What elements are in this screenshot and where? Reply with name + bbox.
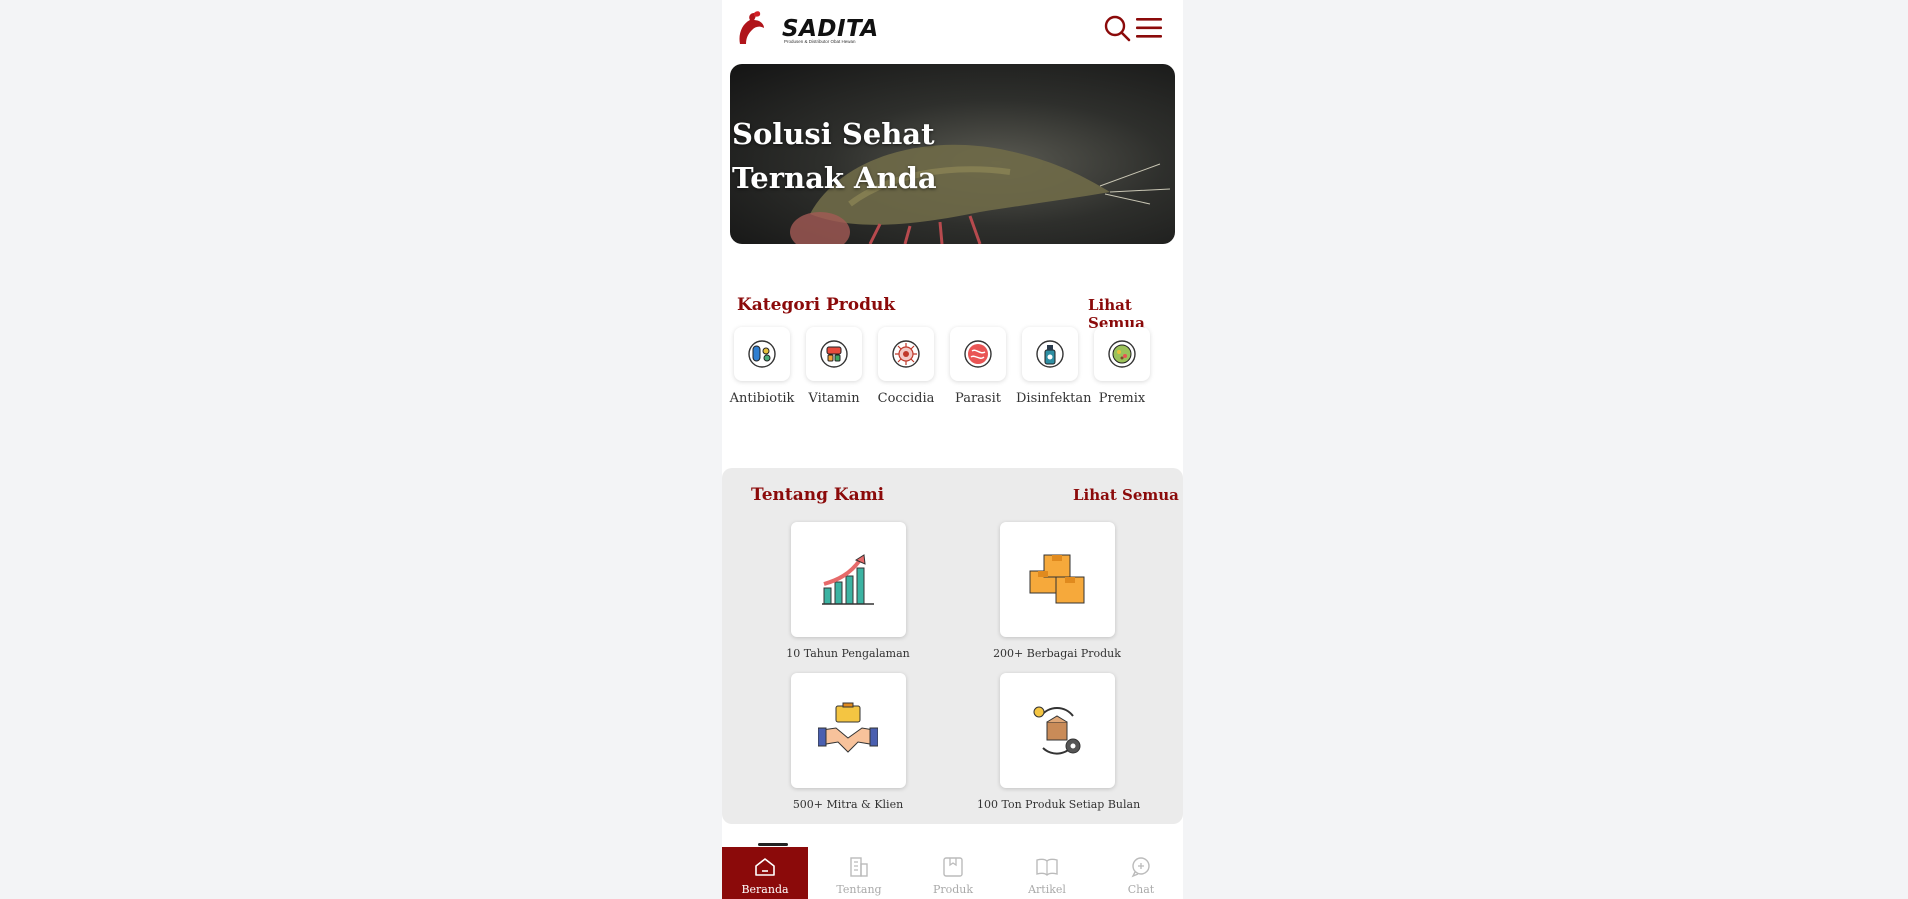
menu-button[interactable]: [1134, 13, 1164, 43]
stat-card-products[interactable]: 200+ Berbagai Produk: [977, 522, 1137, 660]
nav-label: Tentang: [836, 883, 882, 896]
search-button[interactable]: [1102, 13, 1132, 43]
category-label: Premix: [1098, 391, 1146, 406]
category-item-disinfektan[interactable]: Disinfektan: [1016, 327, 1092, 406]
brand-tagline: Produsen & Distributor Obat Hewan: [784, 39, 856, 44]
category-label: Coccidia: [877, 391, 935, 406]
category-list: Antibiotik Vitamin Coccidia Parasit Disi…: [730, 327, 1174, 407]
categories-title: Kategori Produk: [737, 295, 896, 315]
chat-icon: [1131, 857, 1150, 878]
nav-item-beranda[interactable]: Beranda: [722, 847, 808, 899]
nav-label: Beranda: [741, 883, 789, 896]
search-icon: [1104, 15, 1131, 42]
category-label: Disinfektan: [1016, 391, 1092, 406]
about-see-all-link[interactable]: Lihat Semua: [1073, 486, 1179, 504]
coccidia-icon: [892, 340, 920, 368]
stat-label: 200+ Berbagai Produk: [993, 647, 1121, 660]
app-header: SADITA Produsen & Distributor Obat Hewan: [722, 0, 1183, 58]
about-title: Tentang Kami: [751, 485, 885, 505]
category-item-antibiotik[interactable]: Antibiotik: [728, 327, 796, 406]
antibiotic-icon: [748, 340, 776, 368]
hero-banner[interactable]: Solusi Sehat Ternak Anda: [730, 64, 1175, 244]
product-icon: [943, 857, 963, 877]
nav-item-artikel[interactable]: Artikel: [1004, 847, 1090, 899]
premix-icon: [1108, 340, 1136, 368]
stat-card-production[interactable]: 100 Ton Produk Setiap Bulan: [977, 673, 1141, 811]
vitamin-icon: [820, 340, 848, 368]
category-label: Parasit: [955, 391, 1001, 406]
next-section-peek: [758, 843, 788, 846]
book-icon: [1036, 858, 1058, 876]
disinfectant-icon: [1036, 340, 1064, 368]
category-label: Antibiotik: [729, 391, 795, 406]
parasite-icon: [964, 340, 992, 368]
stat-card-partners[interactable]: 500+ Mitra & Klien: [768, 673, 928, 811]
nav-label: Chat: [1127, 883, 1155, 896]
stat-label: 500+ Mitra & Klien: [792, 798, 904, 811]
rooster-logo-icon: [739, 11, 764, 44]
category-item-coccidia[interactable]: Coccidia: [872, 327, 940, 406]
nav-item-chat[interactable]: Chat: [1098, 847, 1183, 899]
category-item-vitamin[interactable]: Vitamin: [800, 327, 868, 406]
nav-label: Produk: [932, 883, 974, 896]
building-icon: [850, 857, 868, 877]
category-item-premix[interactable]: Premix: [1088, 327, 1156, 406]
hamburger-menu-icon: [1136, 18, 1162, 38]
growth-chart-icon: [822, 553, 874, 605]
handshake-icon: [818, 702, 878, 753]
category-item-parasit[interactable]: Parasit: [944, 327, 1012, 406]
brand-logo[interactable]: SADITA Produsen & Distributor Obat Hewan: [734, 8, 878, 48]
nav-item-produk[interactable]: Produk: [910, 847, 996, 899]
stat-label: 100 Ton Produk Setiap Bulan: [977, 798, 1141, 811]
boxes-icon: [1029, 554, 1085, 603]
category-label: Vitamin: [808, 391, 860, 406]
stat-label: 10 Tahun Pengalaman: [786, 647, 910, 660]
bottom-navigation: Beranda Tentang Produk Artikel Chat: [722, 847, 1183, 899]
stat-card-experience[interactable]: 10 Tahun Pengalaman: [768, 522, 928, 660]
nav-item-tentang[interactable]: Tentang: [816, 847, 902, 899]
home-icon: [755, 858, 775, 876]
hero-title: Solusi Sehat Ternak Anda: [732, 117, 937, 195]
about-section: Tentang Kami Lihat Semua 10 Tahun Pengal…: [722, 468, 1183, 824]
production-cycle-icon: [1033, 706, 1081, 755]
mobile-app-frame: SADITA Produsen & Distributor Obat Hewan: [722, 0, 1183, 899]
nav-label: Artikel: [1028, 883, 1066, 896]
